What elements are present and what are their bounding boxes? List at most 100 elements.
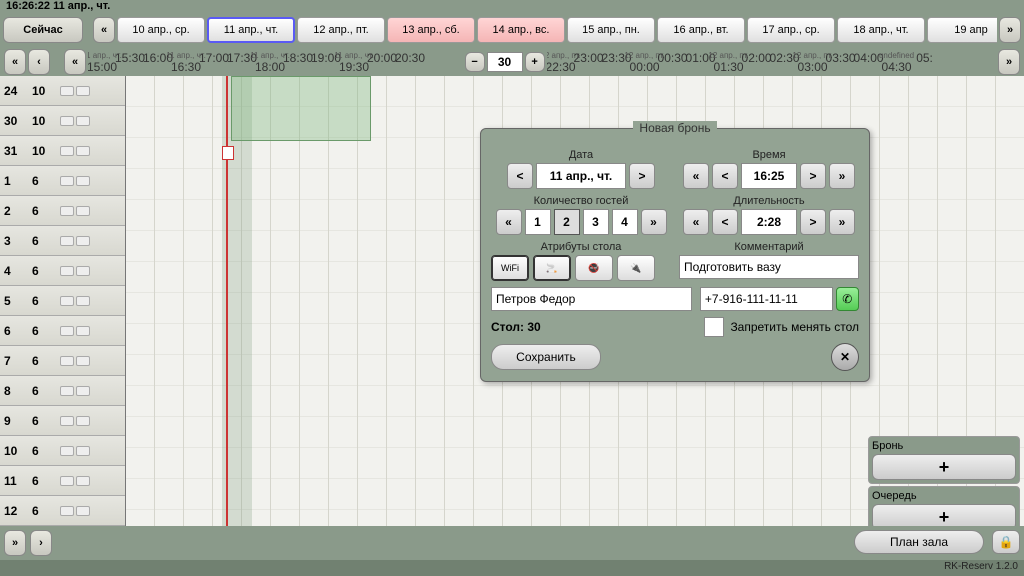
table-row[interactable]: 16 — [0, 166, 125, 196]
dialog-title: Новая бронь — [633, 121, 716, 135]
save-button[interactable]: Сохранить — [491, 344, 601, 370]
day-tab[interactable]: 11 апр., чт. — [207, 17, 295, 43]
duration-prev-button[interactable]: < — [712, 209, 738, 235]
time-next-button[interactable]: » — [998, 49, 1020, 75]
time-prev-button[interactable]: « — [64, 49, 86, 75]
table-row[interactable]: 116 — [0, 466, 125, 496]
attr-icon — [60, 236, 74, 246]
duration-value: 2:28 — [741, 209, 797, 235]
version-label: RK-Reserv 1.2.0 — [0, 560, 1024, 576]
attr-nosmoking-button[interactable]: 🚭 — [575, 255, 613, 281]
day-tab[interactable]: 12 апр., пт. — [297, 17, 385, 43]
table-up-button[interactable]: ‹ — [28, 49, 50, 75]
time-prev-button[interactable]: < — [712, 163, 738, 189]
day-tab[interactable]: 17 апр., ср. — [747, 17, 835, 43]
time-next-button[interactable]: > — [800, 163, 826, 189]
attr-icon — [76, 416, 90, 426]
table-down-button[interactable]: › — [30, 530, 52, 556]
booking-block[interactable] — [231, 76, 371, 141]
attr-icon — [76, 206, 90, 216]
guest-count-option[interactable]: 4 — [612, 209, 638, 235]
attr-icon — [60, 356, 74, 366]
now-indicator — [226, 76, 228, 531]
attr-icon — [76, 326, 90, 336]
attr-icon — [60, 206, 74, 216]
add-booking-button[interactable]: + — [872, 454, 1016, 480]
day-tab[interactable]: 10 апр., ср. — [117, 17, 205, 43]
duration-fast-next-button[interactable]: » — [829, 209, 855, 235]
attr-icon — [76, 476, 90, 486]
day-tab[interactable]: 19 апр — [927, 17, 997, 43]
guest-count-option[interactable]: 2 — [554, 209, 580, 235]
lock-button[interactable]: 🔒 — [992, 530, 1020, 554]
table-row[interactable]: 46 — [0, 256, 125, 286]
floor-plan-button[interactable]: План зала — [854, 530, 984, 554]
day-next-button[interactable]: » — [999, 17, 1021, 43]
footer: » › План зала 🔒 RK-Reserv 1.2.0 — [0, 526, 1024, 576]
attr-power-button[interactable]: 🔌 — [617, 255, 655, 281]
day-nav-row: Сейчас « 10 апр., ср.11 апр., чт.12 апр.… — [0, 14, 1024, 48]
attr-icon — [60, 506, 74, 516]
table-row[interactable]: 3010 — [0, 106, 125, 136]
comment-input[interactable] — [679, 255, 859, 279]
day-tab[interactable]: 16 апр., вт. — [657, 17, 745, 43]
table-row[interactable]: 66 — [0, 316, 125, 346]
clock-bar: 16:26:22 11 апр., чт. — [0, 0, 1024, 14]
duration-next-button[interactable]: > — [800, 209, 826, 235]
table-row[interactable]: 86 — [0, 376, 125, 406]
table-row[interactable]: 56 — [0, 286, 125, 316]
time-nav-row: « ‹ « 11 апр., чт.15:0015:3016:0011 апр.… — [0, 48, 1024, 76]
guest-count-option[interactable]: 3 — [583, 209, 609, 235]
attr-icon — [60, 146, 74, 156]
table-row[interactable]: 2410 — [0, 76, 125, 106]
attr-icon — [60, 266, 74, 276]
table-row[interactable]: 26 — [0, 196, 125, 226]
phone-icon: ✆ — [842, 292, 852, 306]
table-row[interactable]: 76 — [0, 346, 125, 376]
attr-icon — [60, 326, 74, 336]
day-tab[interactable]: 18 апр., чт. — [837, 17, 925, 43]
queue-panel-title: Очередь — [872, 490, 1016, 502]
attr-icon — [60, 86, 74, 96]
guest-name-input[interactable] — [491, 287, 692, 311]
date-value: 11 апр., чт. — [536, 163, 626, 189]
call-button[interactable]: ✆ — [836, 287, 859, 311]
attr-smoking-button[interactable]: 🚬 — [533, 255, 571, 281]
day-tab[interactable]: 15 апр., пн. — [567, 17, 655, 43]
attr-icon — [76, 506, 90, 516]
close-button[interactable]: ✕ — [831, 343, 859, 371]
table-row[interactable]: 36 — [0, 226, 125, 256]
day-prev-button[interactable]: « — [93, 17, 115, 43]
lock-table-checkbox[interactable] — [704, 317, 724, 337]
table-row[interactable]: 126 — [0, 496, 125, 526]
right-panel: Бронь + Очередь + — [868, 436, 1020, 536]
table-row[interactable]: 3110 — [0, 136, 125, 166]
attr-icon — [60, 386, 74, 396]
date-prev-button[interactable]: < — [507, 163, 533, 189]
guest-count-option[interactable]: 1 — [525, 209, 551, 235]
day-tab[interactable]: 14 апр., вс. — [477, 17, 565, 43]
table-row[interactable]: 96 — [0, 406, 125, 436]
phone-input[interactable] — [700, 287, 833, 311]
table-up-fast-button[interactable]: « — [4, 49, 26, 75]
day-tab[interactable]: 13 апр., сб. — [387, 17, 475, 43]
time-fast-prev-button[interactable]: « — [683, 163, 709, 189]
step-minus-button[interactable]: − — [465, 52, 485, 72]
attr-icon — [60, 446, 74, 456]
step-value: 30 — [487, 52, 523, 72]
date-next-button[interactable]: > — [629, 163, 655, 189]
date-label: Дата — [491, 149, 671, 161]
attr-icon — [76, 356, 90, 366]
guests-fast-prev-button[interactable]: « — [496, 209, 522, 235]
attr-icon — [60, 296, 74, 306]
table-row[interactable]: 106 — [0, 436, 125, 466]
lock-icon: 🔒 — [999, 535, 1014, 549]
step-plus-button[interactable]: + — [525, 52, 545, 72]
guests-fast-next-button[interactable]: » — [641, 209, 667, 235]
now-button[interactable]: Сейчас — [3, 17, 83, 43]
time-fast-next-button[interactable]: » — [829, 163, 855, 189]
time-value: 16:25 — [741, 163, 797, 189]
duration-fast-prev-button[interactable]: « — [683, 209, 709, 235]
attr-wifi-button[interactable]: WiFi — [491, 255, 529, 281]
table-down-fast-button[interactable]: » — [4, 530, 26, 556]
